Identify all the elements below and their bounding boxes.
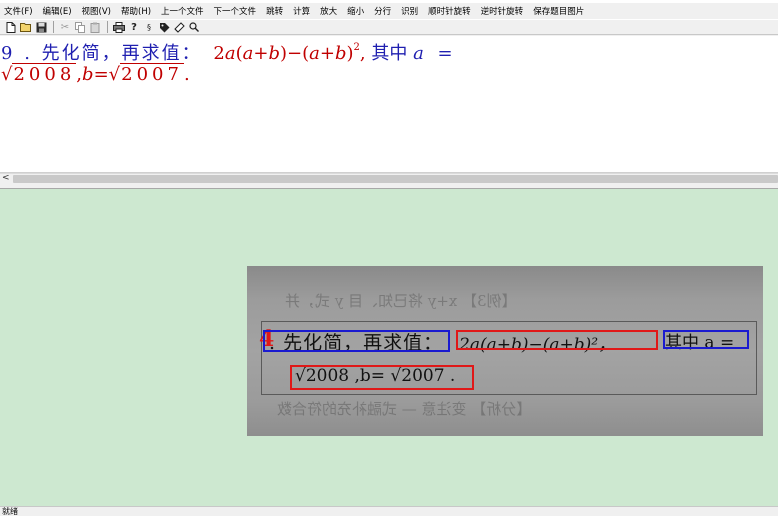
question-tail: 其中: [371, 43, 408, 64]
formula-open: (: [235, 43, 243, 64]
paste-icon[interactable]: [88, 21, 102, 34]
menu-split-lines[interactable]: 分行: [374, 5, 391, 17]
copy-icon[interactable]: [73, 21, 87, 34]
app-window: 文件(F) 编辑(E) 视图(V) 帮助(H) 上一个文件 下一个文件 跳转 计…: [0, 0, 778, 516]
ghost-text-top: 【例3】 x+y 将已知、目 y 式，并: [285, 292, 517, 310]
menu-bar: 文件(F) 编辑(E) 视图(V) 帮助(H) 上一个文件 下一个文件 跳转 计…: [0, 3, 778, 19]
help-icon[interactable]: ?: [127, 21, 141, 34]
menu-help[interactable]: 帮助(H): [121, 5, 151, 17]
question-text: 先化简，再求值：: [41, 43, 202, 64]
formula-line2-box[interactable]: [290, 365, 474, 390]
toolbar: ✂ ? §: [0, 19, 778, 35]
formula-var-a3: a: [309, 43, 320, 64]
formula-var-a: a: [224, 43, 236, 64]
sqrt-sign-1: √: [1, 64, 13, 85]
eraser-icon[interactable]: [172, 21, 186, 34]
open-folder-icon[interactable]: [19, 21, 33, 34]
status-bar: 就绪: [0, 506, 778, 516]
formula-close2: ): [346, 43, 354, 64]
question-eq: =: [437, 43, 453, 64]
sqrt-sign-2: √: [108, 64, 121, 85]
toolbar-separator: [53, 21, 54, 33]
menu-rotate-cw[interactable]: 顺时针旋转: [428, 5, 471, 17]
question-line-2: √2008,b=√2007.: [1, 63, 190, 85]
scanned-question-image[interactable]: 【例3】 x+y 将已知、目 y 式，并 【分析】 变注意 — 式融补充的符合数…: [247, 266, 763, 436]
question-line-1: 9 . 先化简，再求值： 2a(a+b)−(a+b)2, 其中 a =: [1, 39, 453, 65]
search-icon[interactable]: [187, 21, 201, 34]
scroll-left-arrow-icon[interactable]: <: [2, 173, 10, 183]
sqrt-2008: 2008: [12, 63, 77, 85]
menu-save-question-image[interactable]: 保存题目图片: [533, 5, 584, 17]
formula-var-b: b: [268, 43, 280, 64]
formula-var-b2: b: [334, 43, 347, 64]
ghost-text-bottom: 【分析】 变注意 — 式融补充的符合数: [277, 400, 532, 418]
formula-region-box[interactable]: [456, 330, 658, 350]
menu-calculate[interactable]: 计算: [293, 5, 310, 17]
sqrt-2007: 2007: [120, 63, 184, 85]
menu-zoom-out[interactable]: 缩小: [347, 5, 364, 17]
formula-plus: +: [253, 43, 269, 64]
question-editor[interactable]: 9 . 先化简，再求值： 2a(a+b)−(a+b)2, 其中 a = √200…: [0, 36, 778, 173]
formula-close-minus: )−(: [279, 43, 310, 64]
formula-plus2: +: [319, 43, 335, 64]
recognize-icon[interactable]: §: [142, 21, 156, 34]
image-panel: 【例3】 x+y 将已知、目 y 式，并 【分析】 变注意 — 式融补充的符合数…: [0, 189, 778, 506]
tail-region-box[interactable]: [663, 330, 749, 349]
question-dot: .: [24, 43, 30, 64]
editor-horizontal-scrollbar[interactable]: <: [0, 173, 778, 184]
line2-eq: =: [93, 64, 109, 85]
question-var-a: a: [413, 43, 424, 64]
new-file-icon[interactable]: [4, 21, 18, 34]
cut-icon[interactable]: ✂: [58, 21, 72, 34]
question-number: 9: [1, 43, 13, 64]
menu-rotate-ccw[interactable]: 逆时针旋转: [481, 5, 524, 17]
scrollbar-thumb[interactable]: [13, 175, 778, 183]
formula-2: 2: [213, 43, 225, 64]
menu-prev-file[interactable]: 上一个文件: [161, 5, 204, 17]
status-text: 就绪: [2, 507, 18, 516]
line2-var-b: b: [82, 64, 94, 85]
menu-edit[interactable]: 编辑(E): [43, 5, 72, 17]
menu-next-file[interactable]: 下一个文件: [214, 5, 257, 17]
formula-comma: ,: [359, 43, 366, 64]
toolbar-separator: [107, 21, 108, 33]
save-icon[interactable]: [34, 21, 48, 34]
text-region-box[interactable]: [263, 330, 450, 352]
menu-view[interactable]: 视图(V): [82, 5, 111, 17]
menu-jump[interactable]: 跳转: [266, 5, 283, 17]
menu-zoom-in[interactable]: 放大: [320, 5, 337, 17]
tag-icon[interactable]: [157, 21, 171, 34]
menu-recognize[interactable]: 识别: [401, 5, 418, 17]
print-icon[interactable]: [112, 21, 126, 34]
formula-var-a2: a: [242, 43, 254, 64]
menu-file[interactable]: 文件(F): [4, 5, 33, 17]
line2-period: .: [183, 64, 190, 85]
